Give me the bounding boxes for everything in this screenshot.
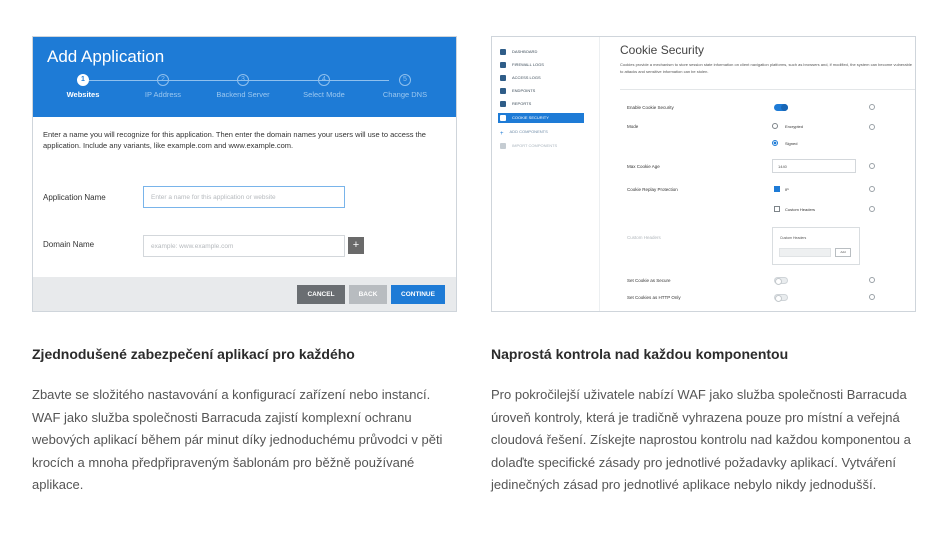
sidebar: DASHBOARD FIREWALL LOGS ACCESS LOGS ENDP… [492,37,600,311]
mode-encrypted-radio[interactable] [772,123,778,129]
cookie-replay-protection-label: Cookie Replay Protection [627,187,678,192]
set-cookie-http-only-toggle[interactable] [774,294,788,302]
step-number: 3 [237,74,249,86]
max-cookie-age-input[interactable]: 1440 [772,159,856,173]
enable-cookie-security-label: Enable Cookie Security [627,105,674,110]
application-name-label: Application Name [43,193,106,202]
sidebar-item-label: REPORTS [512,101,532,106]
step-number: 1 [77,74,89,86]
plus-icon: + [500,130,504,137]
wizard-header: Add Application 1 Websites 2 IP Address … [33,37,456,117]
replay-custom-headers-checkbox[interactable] [774,206,780,212]
step-label: Websites [66,90,100,99]
mode-signed-label: Signed [785,141,798,146]
cookie-icon [500,114,506,121]
wizard-step-select-mode[interactable]: 4 Select Mode [284,74,364,99]
sidebar-item-label: IMPORT COMPONENTS [512,143,558,148]
step-number: 5 [399,74,411,86]
continue-button[interactable]: CONTINUE [391,285,445,304]
sidebar-item-cookie-security[interactable]: COOKIE SECURITY [498,113,584,123]
sidebar-item-access-logs[interactable]: ACCESS LOGS [500,73,586,83]
help-icon[interactable] [869,277,875,283]
mode-encrypted-label: Encrypted [785,124,804,129]
step-number: 2 [157,74,169,86]
max-cookie-age-label: Max Cookie Age [627,164,660,169]
wizard-intro-text: Enter a name you will recognize for this… [43,130,426,150]
step-label: Select Mode [303,90,345,99]
add-header-button[interactable]: Add [835,248,851,257]
page-description: Cookies provide a mechanism to store ses… [620,62,912,74]
replay-ip-label: IP [785,187,789,192]
domain-name-input[interactable]: example: www.example.com [143,235,345,257]
sidebar-item-label: COOKIE SECURITY [512,115,549,120]
cancel-button[interactable]: CANCEL [297,285,345,304]
left-column-body: Zbavte se složitého nastavování a konfig… [32,387,443,492]
help-icon[interactable] [869,163,875,169]
help-icon[interactable] [869,186,875,192]
help-icon[interactable] [869,104,875,110]
mode-label: Mode [627,124,639,129]
wizard-step-backend-server[interactable]: 3 Backend Server [203,74,283,99]
right-column-body: Pro pokročilejší uživatele nabízí WAF ja… [491,387,911,492]
cookie-security-screenshot: DASHBOARD FIREWALL LOGS ACCESS LOGS ENDP… [491,36,916,312]
wizard-step-websites[interactable]: 1 Websites [43,74,123,99]
step-label: Backend Server [216,90,270,99]
enable-cookie-security-toggle[interactable] [774,104,788,111]
reports-icon [500,100,506,107]
right-column-heading: Naprostá kontrola nad každou komponentou [491,346,789,362]
step-label: Change DNS [382,90,428,99]
custom-headers-input[interactable] [779,248,831,257]
custom-headers-label: Custom Headers [627,235,661,240]
sidebar-item-reports[interactable]: REPORTS [500,99,586,109]
replay-custom-headers-label: Custom Headers [785,207,816,212]
domain-name-label: Domain Name [43,240,95,249]
sidebar-item-label: ADD COMPONENTS [509,129,548,134]
help-icon[interactable] [869,294,875,300]
custom-headers-panel: Custom Headers Add [772,227,860,265]
step-label: IP Address [144,90,182,99]
custom-headers-panel-title: Custom Headers [780,236,807,240]
application-name-input[interactable]: Enter a name for this application or web… [143,186,345,208]
sidebar-item-endpoints[interactable]: ENDPOINTS [500,86,586,96]
sidebar-item-firewall-logs[interactable]: FIREWALL LOGS [500,60,586,70]
access-logs-icon [500,74,506,81]
endpoints-icon [500,87,506,94]
sidebar-item-dashboard[interactable]: DASHBOARD [500,47,586,57]
back-button[interactable]: BACK [349,285,387,304]
wizard-step-ip-address[interactable]: 2 IP Address [123,74,203,99]
add-application-screenshot: Add Application 1 Websites 2 IP Address … [32,36,457,312]
page-title: Cookie Security [620,43,705,57]
sidebar-item-label: ENDPOINTS [512,88,536,93]
mode-signed-radio[interactable] [772,140,778,146]
wizard-footer: CANCEL BACK CONTINUE [33,277,456,311]
set-cookie-http-only-label: Set Cookies as HTTP Only [627,295,681,300]
sidebar-item-label: DASHBOARD [512,49,538,54]
set-cookie-secure-label: Set Cookie as Secure [627,278,671,283]
add-domain-button[interactable]: + [348,237,364,254]
step-number: 4 [318,74,330,86]
logs-icon [500,61,506,68]
wizard-title: Add Application [47,47,165,66]
sidebar-item-import-components[interactable]: IMPORT COMPONENTS [500,141,586,151]
divider [620,89,915,90]
sidebar-item-label: FIREWALL LOGS [512,62,544,67]
wizard-step-change-dns[interactable]: 5 Change DNS [365,74,445,99]
sidebar-item-label: ACCESS LOGS [512,75,541,80]
set-cookie-secure-toggle[interactable] [774,277,788,285]
left-column-heading: Zjednodušené zabezpečení aplikací pro ka… [32,346,355,362]
help-icon[interactable] [869,206,875,212]
dashboard-icon [500,48,506,55]
import-icon [500,142,506,149]
replay-ip-checkbox[interactable] [774,186,780,192]
sidebar-item-add-components[interactable]: + ADD COMPONENTS [500,127,586,137]
help-icon[interactable] [869,124,875,130]
